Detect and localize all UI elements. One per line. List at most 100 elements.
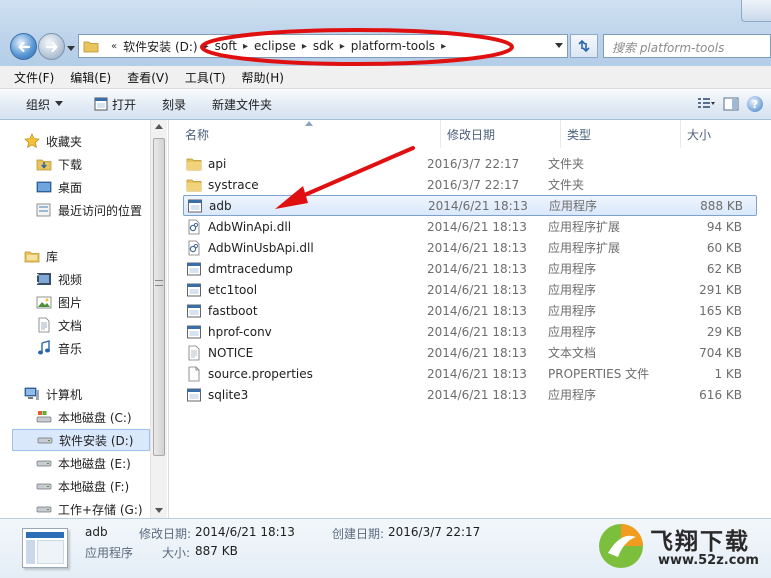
preview-pane-icon[interactable] [723, 97, 739, 111]
file-name-cell: adb [184, 198, 428, 214]
application-icon [186, 261, 202, 277]
menu-help[interactable]: 帮助(H) [242, 69, 284, 86]
nav-computer[interactable]: 计算机 [24, 383, 167, 405]
file-name: etc1tool [208, 282, 258, 297]
breadcrumb-eclipse[interactable]: eclipse [254, 39, 296, 53]
file-row[interactable]: fastboot 2014/6/21 18:13 应用程序 165 KB [183, 300, 757, 321]
chevron-down-icon [55, 101, 64, 106]
nav-documents[interactable]: 文档 [36, 314, 167, 336]
file-type: 应用程序 [549, 199, 598, 213]
nav-videos[interactable]: 视频 [36, 268, 167, 290]
file-date: 2014/6/21 18:13 [427, 387, 527, 402]
menu-view[interactable]: 查看(V) [127, 69, 169, 86]
file-row[interactable]: AdbWinApi.dll 2014/6/21 18:13 应用程序扩展 94 KB [183, 216, 757, 237]
file-size: 62 KB [706, 261, 742, 276]
recent-pages-dropdown-icon[interactable] [67, 44, 75, 52]
nav-pictures[interactable]: 图片 [36, 291, 167, 313]
file-date: 2014/6/21 18:13 [427, 282, 527, 297]
nav-drive-c[interactable]: 本地磁盘 (C:) [36, 406, 167, 428]
help-icon[interactable]: ? [747, 96, 763, 112]
chevron-right-icon[interactable]: ▸ [302, 41, 307, 52]
close-window-button[interactable] [741, 0, 771, 22]
generic-file-icon [186, 366, 202, 382]
file-row[interactable]: api 2016/3/7 22:17 文件夹 [183, 153, 757, 174]
organize-label: 组织 [26, 97, 51, 112]
chevron-right-icon[interactable]: ▸ [204, 41, 209, 52]
computer-icon [24, 386, 40, 402]
nav-label: 图片 [58, 295, 83, 310]
file-row[interactable]: adb 2014/6/21 18:13 应用程序 888 KB [183, 195, 757, 216]
menu-file[interactable]: 文件(F) [14, 69, 54, 86]
star-icon [24, 133, 40, 149]
nav-favorites[interactable]: 收藏夹 [24, 130, 167, 152]
file-size: 704 KB [699, 345, 742, 360]
address-dropdown-icon[interactable] [555, 43, 563, 49]
file-row[interactable]: source.properties 2014/6/21 18:13 PROPERTI… [183, 363, 757, 384]
nav-drive-e[interactable]: 本地磁盘 (E:) [36, 452, 167, 474]
file-name-cell: etc1tool [183, 282, 427, 298]
application-icon [186, 387, 202, 403]
nav-drive-f[interactable]: 本地磁盘 (F:) [36, 475, 167, 497]
file-name: AdbWinUsbApi.dll [208, 240, 314, 255]
file-row[interactable]: dmtracedump 2014/6/21 18:13 应用程序 62 KB [183, 258, 757, 279]
file-type: 文件夹 [548, 178, 585, 192]
breadcrumb-sdk[interactable]: sdk [313, 39, 334, 53]
organize-button[interactable]: 组织 [26, 96, 64, 113]
library-icon [24, 248, 40, 264]
scrollbar-thumb[interactable] [153, 138, 165, 456]
new-folder-button[interactable]: 新建文件夹 [212, 96, 272, 113]
menu-edit[interactable]: 编辑(E) [70, 69, 111, 86]
breadcrumb-soft[interactable]: soft [215, 39, 237, 53]
open-button[interactable]: 打开 [89, 96, 136, 113]
scroll-up-icon[interactable] [155, 124, 163, 129]
nav-music[interactable]: 音乐 [36, 337, 167, 359]
scrollbar-grip [155, 280, 163, 286]
nav-desktop[interactable]: 桌面 [36, 176, 167, 198]
dll-icon [186, 240, 202, 256]
details-modified-value: 2014/6/21 18:13 [195, 525, 295, 539]
chevron-right-icon[interactable]: ▸ [340, 41, 345, 52]
column-header-size[interactable]: 大小 [681, 120, 761, 148]
nav-libraries[interactable]: 库 [24, 245, 167, 267]
pictures-icon [36, 294, 52, 310]
application-icon [186, 324, 202, 340]
breadcrumb-platform-tools[interactable]: platform-tools [351, 39, 435, 53]
command-bar: 组织 打开 刻录 新建文件夹 ? [0, 89, 771, 120]
burn-button[interactable]: 刻录 [162, 96, 186, 113]
file-row[interactable]: systrace 2016/3/7 22:17 文件夹 [183, 174, 757, 195]
nav-drive-g[interactable]: 工作+存储 (G:) [36, 498, 167, 518]
forward-button[interactable] [38, 33, 65, 60]
chevron-right-icon[interactable]: ▸ [441, 41, 446, 52]
navigation-pane: 收藏夹 下载 桌面 最近访问的位置 库 视频 图片 文档 音乐 计算机 本地磁盘… [0, 120, 167, 518]
search-input[interactable]: 搜索 platform-tools [603, 34, 771, 58]
nav-drive-d[interactable]: 软件安装 (D:) [12, 429, 150, 451]
view-options-icon[interactable] [697, 97, 715, 111]
nav-downloads[interactable]: 下载 [36, 153, 167, 175]
column-header-date[interactable]: 修改日期 [441, 120, 561, 148]
file-size: 29 KB [706, 324, 742, 339]
file-list: 名称 修改日期 类型 大小 api 2016/3/7 22:17 文件夹 systra… [168, 120, 771, 518]
file-name: systrace [208, 177, 259, 192]
refresh-button[interactable] [570, 34, 598, 58]
back-button[interactable] [10, 33, 37, 60]
navigation-scrollbar[interactable] [150, 120, 167, 518]
scroll-down-icon[interactable] [155, 508, 163, 513]
file-row[interactable]: sqlite3 2014/6/21 18:13 应用程序 616 KB [183, 384, 757, 405]
file-type: 应用程序扩展 [548, 241, 621, 255]
file-row[interactable]: AdbWinUsbApi.dll 2014/6/21 18:13 应用程序扩展 60 … [183, 237, 757, 258]
chevron-right-icon[interactable]: ▸ [243, 41, 248, 52]
drive-icon [36, 455, 52, 471]
folder-icon [83, 41, 99, 53]
file-row[interactable]: NOTICE 2014/6/21 18:13 文本文档 704 KB [183, 342, 757, 363]
breadcrumb-drive-d[interactable]: 软件安装 (D:) [123, 38, 197, 55]
file-row[interactable]: etc1tool 2014/6/21 18:13 应用程序 291 KB [183, 279, 757, 300]
column-header-type[interactable]: 类型 [561, 120, 681, 148]
file-row[interactable]: hprof-conv 2014/6/21 18:13 应用程序 29 KB [183, 321, 757, 342]
menu-tools[interactable]: 工具(T) [185, 69, 226, 86]
breadcrumb-overflow[interactable]: « [111, 41, 117, 52]
address-bar[interactable]: « 软件安装 (D:) ▸ soft ▸ eclipse ▸ sdk ▸ pla… [78, 34, 568, 58]
nav-recent-places[interactable]: 最近访问的位置 [36, 199, 167, 221]
new-folder-label: 新建文件夹 [212, 97, 273, 112]
file-type: 文件夹 [548, 157, 585, 171]
file-date: 2014/6/21 18:13 [427, 324, 527, 339]
